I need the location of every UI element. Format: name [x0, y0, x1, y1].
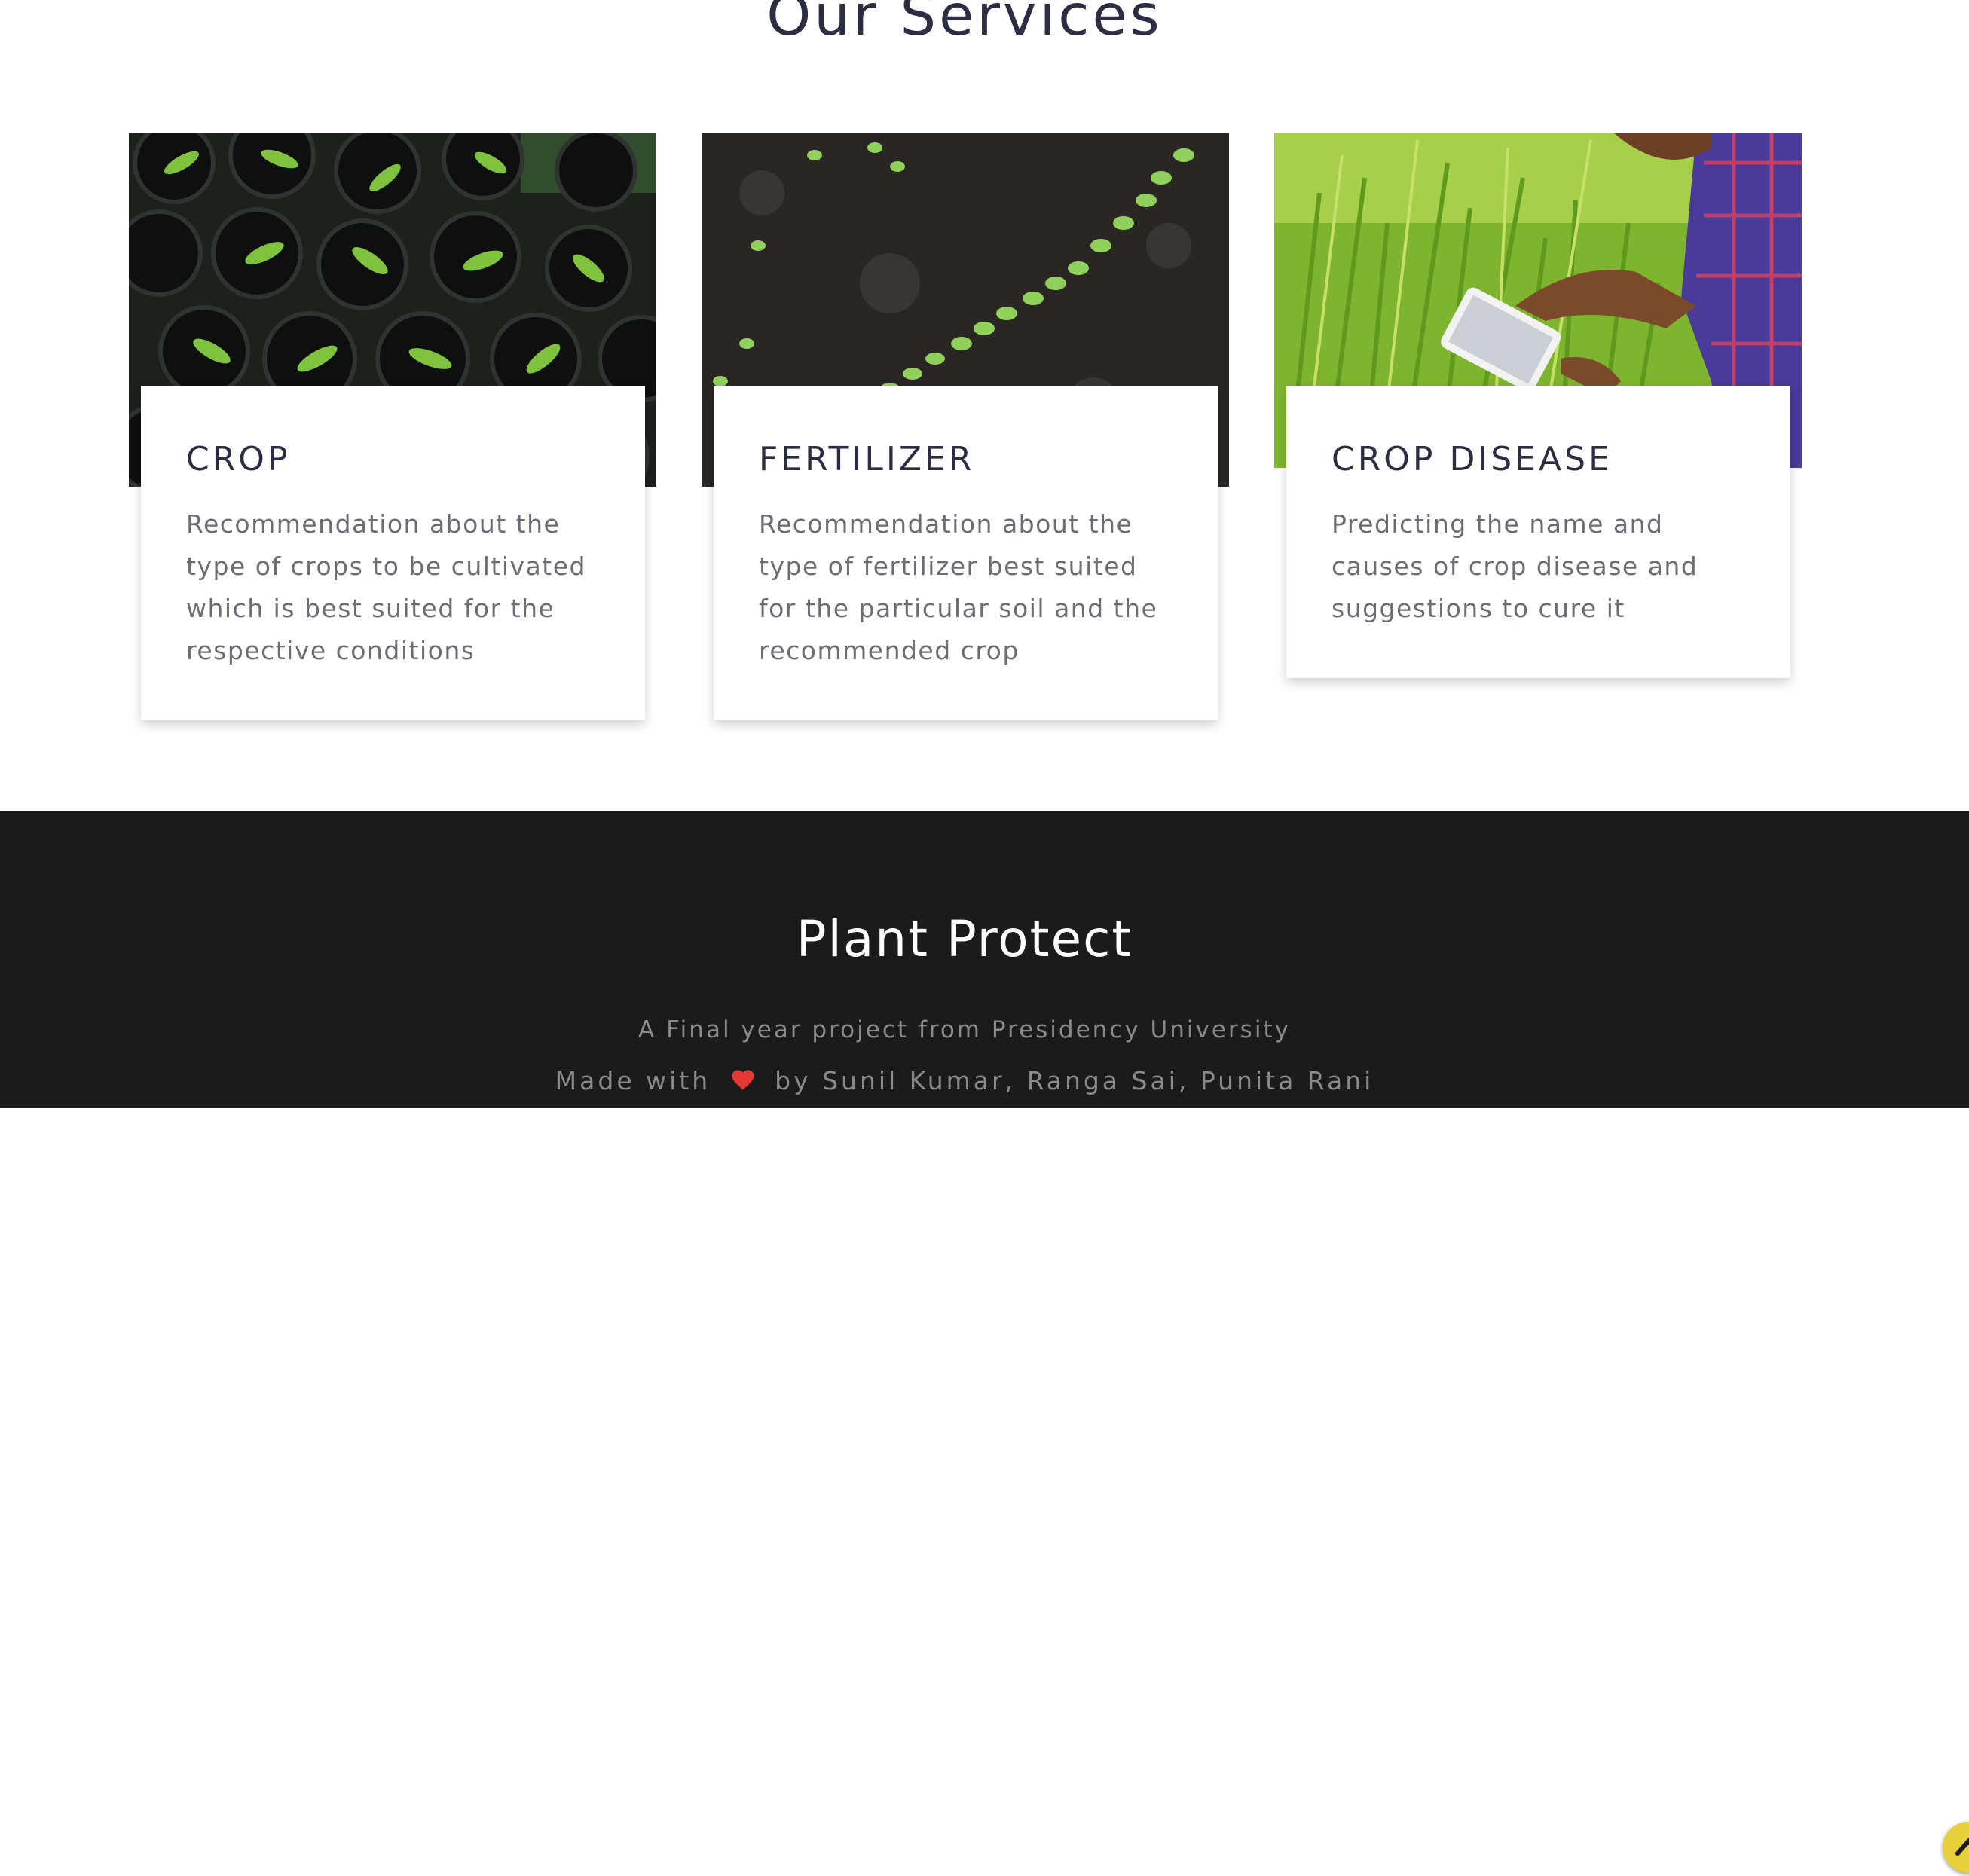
- footer-subtitle: A Final year project from Presidency Uni…: [638, 1016, 1291, 1043]
- service-card-fertilizer[interactable]: FERTILIZER Recommendation about the type…: [714, 386, 1218, 720]
- credits-prefix: Made with: [555, 1066, 711, 1095]
- services-section: Our Services CROP Recommendation about t…: [0, 0, 1969, 811]
- card-description: Predicting the name and causes of crop d…: [1332, 509, 1698, 623]
- footer-credits: Made with by Sunil Kumar, Ranga Sai, Pun…: [0, 1066, 1929, 1098]
- card-title: CROP: [186, 440, 291, 478]
- card-description: Recommendation about the type of crops t…: [186, 509, 586, 665]
- section-title: Our Services: [766, 0, 1163, 48]
- chevron-up-icon: [1955, 1838, 1969, 1856]
- card-description: Recommendation about the type of fertili…: [759, 509, 1158, 665]
- card-title: CROP DISEASE: [1332, 440, 1613, 478]
- footer: Plant Protect A Final year project from …: [0, 811, 1969, 1873]
- service-card-crop[interactable]: CROP Recommendation about the type of cr…: [141, 386, 645, 720]
- credits-authors: by Sunil Kumar, Ranga Sai, Punita Rani: [775, 1066, 1374, 1095]
- heart-icon: [729, 1067, 757, 1098]
- scroll-to-top-button[interactable]: [1943, 1822, 1969, 1873]
- card-title: FERTILIZER: [759, 440, 975, 478]
- service-card-crop-disease[interactable]: CROP DISEASE Predicting the name and cau…: [1286, 386, 1790, 678]
- footer-title: Plant Protect: [796, 910, 1133, 968]
